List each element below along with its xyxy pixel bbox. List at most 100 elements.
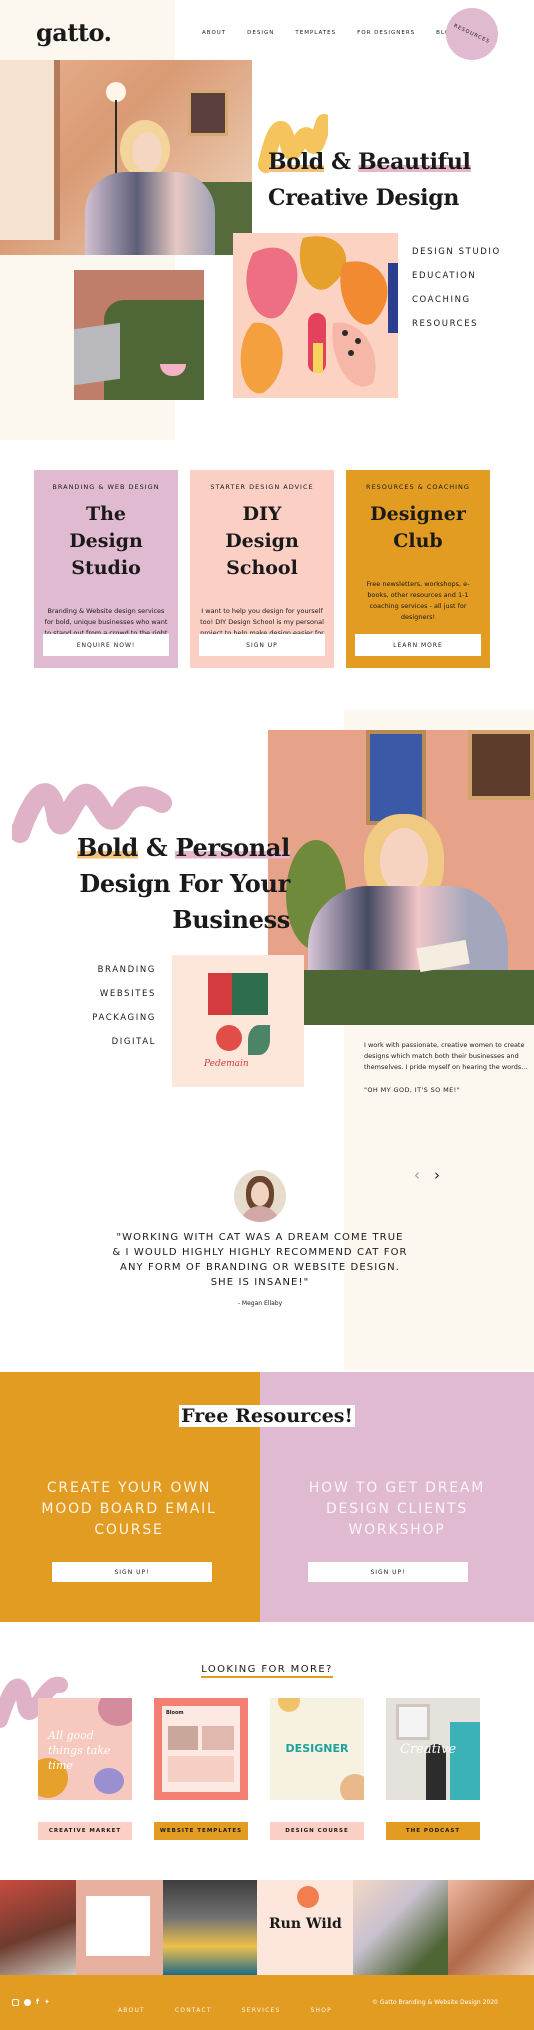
main-nav: ABOUT DESIGN TEMPLATES FOR DESIGNERS BLO…	[202, 30, 455, 36]
podcast-window	[396, 1704, 430, 1740]
service-packaging: PACKAGING	[92, 1013, 156, 1023]
footer-copyright: © Gatto Branding & Website Design 2020	[372, 1999, 498, 2006]
carousel-prev-button[interactable]: ‹	[414, 1166, 420, 1184]
personal-headline-line3: Business	[172, 905, 290, 934]
abstract-art	[233, 233, 398, 398]
insta-photo-2[interactable]	[76, 1880, 163, 1975]
thumb-the-podcast[interactable]: Creative	[386, 1698, 480, 1800]
personal-headline-amp: &	[137, 833, 176, 862]
personal-headline-bold: Bold	[76, 833, 138, 862]
service-digital: DIGITAL	[111, 1037, 156, 1047]
hero-headline-bold: Bold	[268, 149, 324, 175]
card-kicker: BRANDING & WEB DESIGN	[52, 483, 160, 491]
footer-nav-about[interactable]: ABOUT	[118, 2007, 145, 2014]
workshop-signup-button[interactable]: SIGN UP!	[308, 1562, 468, 1582]
hero-headline: Bold & Beautiful Creative Design	[268, 144, 471, 216]
thumb-text: Creative	[400, 1742, 457, 1757]
person-face	[132, 132, 162, 172]
thumb-website-templates[interactable]: Bloom	[154, 1698, 248, 1800]
insta-photo-5[interactable]	[353, 1880, 448, 1975]
thumb-text: Bloom	[166, 1710, 184, 1716]
nav-templates[interactable]: TEMPLATES	[295, 30, 336, 36]
the-podcast-button[interactable]: THE PODCAST	[386, 1822, 480, 1840]
personal-headline-line1: Bold & Personal	[60, 830, 290, 866]
course-blob-1	[278, 1698, 300, 1712]
hero-link-design-studio[interactable]: DESIGN STUDIO	[412, 240, 501, 264]
footer-social: f ✦	[12, 1999, 50, 2006]
hero-links: DESIGN STUDIO EDUCATION COACHING RESOURC…	[412, 240, 501, 336]
bio-quote: "OH MY GOD, IT'S SO ME!"	[364, 1086, 461, 1094]
pinterest-icon[interactable]	[24, 1999, 31, 2006]
nav-design[interactable]: DESIGN	[247, 30, 274, 36]
free-resources-title-text: Free Resources!	[179, 1405, 355, 1427]
card-text: Free newsletters, workshops, e-books, ot…	[366, 580, 470, 621]
lamp-shape	[106, 82, 126, 102]
facebook-icon[interactable]: f	[36, 1999, 39, 2006]
footer-nav-services[interactable]: SERVICES	[242, 2007, 281, 2014]
course-blob-2	[340, 1774, 364, 1800]
card-kicker: STARTER DESIGN ADVICE	[210, 483, 314, 491]
pkg-green-leaf	[248, 1025, 270, 1055]
creative-market-button[interactable]: CREATIVE MARKET	[38, 1822, 132, 1840]
pkg-green-box	[232, 973, 268, 1015]
hero-headline-amp: &	[323, 149, 359, 175]
podcast-door	[450, 1722, 480, 1800]
sign-up-button[interactable]: SIGN UP	[199, 634, 325, 656]
hero-link-coaching[interactable]: COACHING	[412, 288, 501, 312]
mood-board-course-text: CREATE YOUR OWN MOOD BOARD EMAIL COURSE	[41, 1480, 217, 1538]
looking-for-more-text: LOOKING FOR MORE?	[201, 1664, 333, 1678]
laptop-photo	[74, 270, 204, 400]
hero-headline-beautiful: Beautiful	[358, 149, 471, 175]
personal-headline-personal: Personal	[175, 833, 290, 862]
logo[interactable]: gatto.	[36, 18, 112, 47]
testimonial-avatar	[234, 1170, 286, 1222]
thumb-design-course[interactable]: DESIGNER	[270, 1698, 364, 1800]
enquire-now-button[interactable]: ENQUIRE NOW!	[43, 634, 169, 656]
template-image-3	[168, 1756, 234, 1782]
carousel-next-button[interactable]: ›	[434, 1166, 440, 1184]
bio-text: I work with passionate, creative women t…	[364, 1041, 528, 1071]
design-course-button[interactable]: DESIGN COURSE	[270, 1822, 364, 1840]
thumb-creative-market[interactable]: All good things take time	[38, 1698, 132, 1800]
hero-link-resources[interactable]: RESOURCES	[412, 312, 501, 336]
insta-photo-6[interactable]	[448, 1880, 534, 1975]
instagram-icon[interactable]	[12, 1999, 19, 2006]
personal-headline: Bold & Personal Design For Your Business	[60, 830, 290, 938]
insta-photo-3[interactable]	[163, 1880, 257, 1975]
website-templates-button[interactable]: WEBSITE TEMPLATES	[154, 1822, 248, 1840]
mood-board-signup-button[interactable]: SIGN UP!	[52, 1562, 212, 1582]
runwild-blob	[297, 1886, 319, 1908]
card-diy-design-school: STARTER DESIGN ADVICE DIY Design School …	[190, 470, 334, 668]
card-title: The Design Studio	[69, 503, 143, 579]
runwild-text: Run Wild	[269, 1916, 342, 1932]
packaging-photo: Pedemain	[172, 955, 304, 1087]
service-websites: WEBSITES	[99, 989, 156, 999]
testimonial-author: - Megan Ellaby	[237, 1300, 283, 1307]
twitter-icon[interactable]: ✦	[44, 1999, 50, 2006]
insta-photo-4[interactable]: Run Wild	[257, 1880, 353, 1975]
sofa-arm	[268, 970, 534, 1025]
hero-headline-line2: Creative Design	[268, 185, 460, 211]
learn-more-button[interactable]: LEARN MORE	[355, 634, 481, 656]
person-body	[85, 172, 215, 255]
footer-nav-shop[interactable]: SHOP	[310, 2007, 331, 2014]
resources-circle-button[interactable]: RESOURCES	[446, 8, 498, 60]
avatar-body	[240, 1206, 280, 1222]
avatar-face	[251, 1182, 269, 1206]
service-branding: BRANDING	[97, 965, 156, 975]
free-resources-title: Free Resources!	[0, 1405, 534, 1427]
insta-card	[86, 1896, 150, 1956]
hero-link-education[interactable]: EDUCATION	[412, 264, 501, 288]
card-title: DIY Design School	[225, 503, 299, 579]
window-shape	[0, 60, 60, 240]
pkg-red-bag	[216, 1025, 242, 1051]
footer-nav-contact[interactable]: CONTACT	[175, 2007, 212, 2014]
card-kicker: RESOURCES & COACHING	[366, 483, 470, 491]
thumb-text: DESIGNER	[285, 1742, 349, 1755]
nav-about[interactable]: ABOUT	[202, 30, 226, 36]
card-designer-club: RESOURCES & COACHING Designer Club Free …	[346, 470, 490, 668]
insta-photo-1[interactable]	[0, 1880, 76, 1975]
template-image-1	[168, 1726, 198, 1750]
nav-for-designers[interactable]: FOR DESIGNERS	[357, 30, 415, 36]
card-title: Designer Club	[370, 503, 466, 552]
